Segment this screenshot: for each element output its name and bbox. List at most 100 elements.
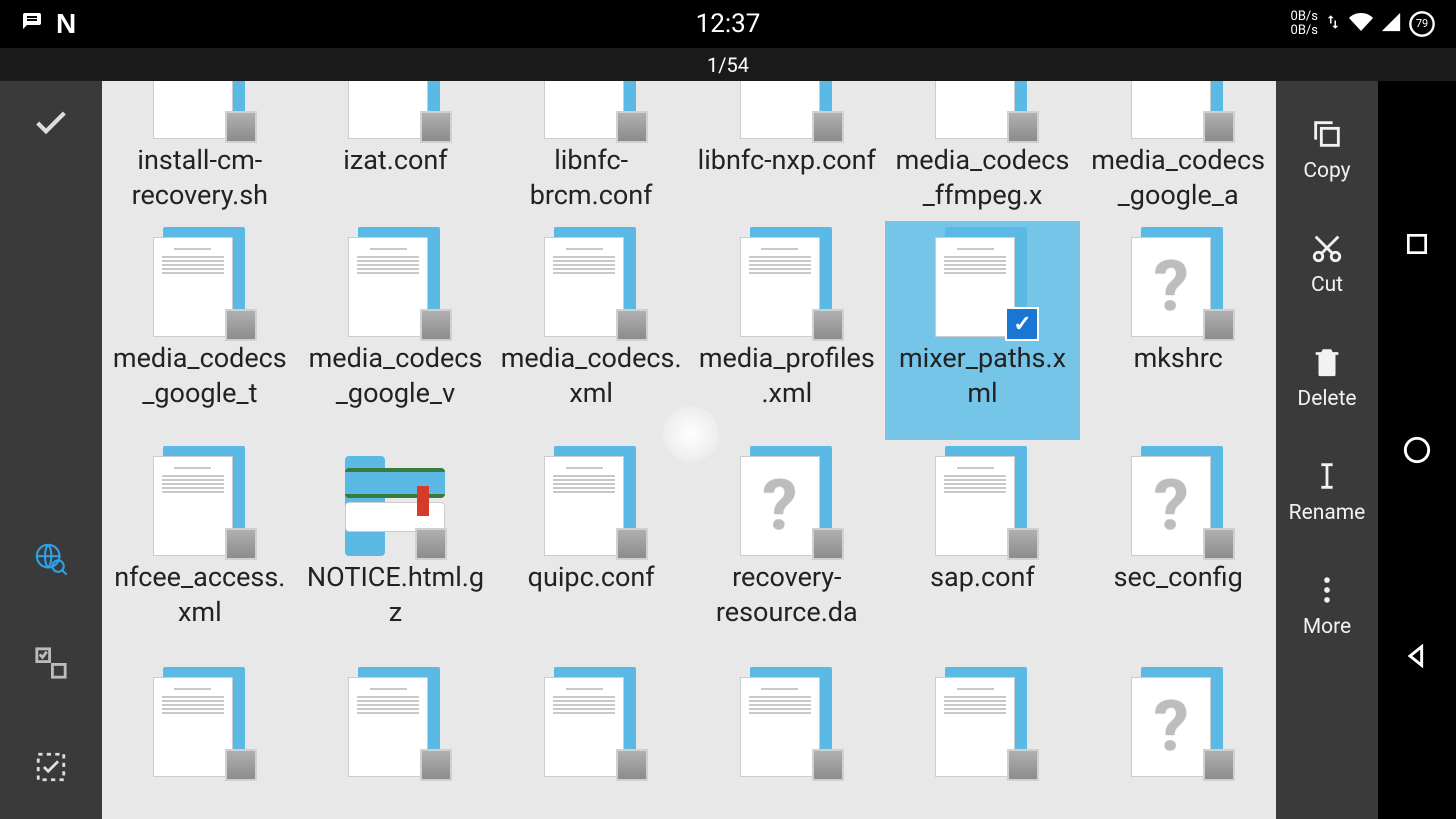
file-label: sec_config [1110,560,1247,595]
file-icon [740,237,820,337]
file-icon [935,81,1015,139]
file-item[interactable]: thermal [885,659,1081,819]
confirm-icon[interactable] [29,101,73,145]
data-arrows-icon [1324,10,1342,38]
file-label: libnfc-brcm.conf [496,143,686,213]
file-label: media_codecs_ffmpeg.x [887,143,1077,213]
file-item[interactable]: NOTICE.html.gz [298,440,494,659]
archive-icon [345,456,445,556]
file-badge-icon [812,528,844,560]
file-badge-icon [1007,528,1039,560]
file-badge-icon [812,111,844,143]
battery-icon: 79 [1408,10,1436,38]
file-item[interactable]: sap [493,659,689,819]
recents-button[interactable] [1402,229,1432,259]
file-badge-icon [616,528,648,560]
file-label: mixer_paths.xml [887,341,1077,411]
file-badge-icon [1203,309,1235,341]
copy-button[interactable]: Copy [1303,93,1350,207]
cut-button[interactable]: Cut [1310,207,1344,321]
file-label: izat.conf [339,143,451,178]
file-badge-icon [1203,528,1235,560]
file-badge-icon [616,749,648,781]
signal-icon [1380,11,1402,37]
file-icon [153,81,233,139]
select-all-icon[interactable] [29,745,73,789]
file-icon [1131,81,1211,139]
file-item[interactable]: sec_config [1080,440,1276,659]
file-badge-icon [225,309,257,341]
file-label: sap.conf [926,560,1039,595]
file-item[interactable]: nfcee_access.xml [102,440,298,659]
delete-button[interactable]: Delete [1297,321,1356,435]
action-rail: Copy Cut Delete Rename More [1276,81,1378,819]
file-label: nfcee_access.xml [105,560,295,630]
file-item[interactable]: media_codecs.xml [493,221,689,440]
file-label: libnfc-nxp.conf [694,143,880,178]
file-item[interactable]: selective [102,659,298,819]
netflix-icon: N [56,8,76,40]
notes-icon [20,10,44,38]
file-item[interactable]: ✓ mixer_paths.xml [885,221,1081,440]
file-icon [544,456,624,556]
network-speed: 0B/s 0B/s [1291,10,1318,39]
left-rail [0,81,102,819]
file-badge-icon [616,111,648,143]
file-badge-icon [1203,749,1235,781]
file-label: recovery-resource.da [692,560,882,630]
file-badge-icon [1007,749,1039,781]
file-icon [935,237,1015,337]
file-icon [935,677,1015,777]
file-item[interactable]: media_codecs_ffmpeg.x [885,81,1081,221]
file-grid[interactable]: install-cm-recovery.sh izat.conf libnfc-… [102,81,1276,819]
file-icon [1131,456,1211,556]
file-item[interactable]: media_profiles.xml [689,221,885,440]
file-item[interactable]: recovery-resource.da [689,440,885,659]
file-label: NOTICE.html.gz [300,560,490,630]
file-badge-icon [1203,111,1235,143]
file-item[interactable]: media_codecs_google_v [298,221,494,440]
network-search-icon[interactable] [29,537,73,581]
file-item[interactable]: system_font [689,659,885,819]
file-badge-icon [812,309,844,341]
wifi-icon [1348,10,1374,38]
file-badge-icon [420,111,452,143]
file-label: install-cm-recovery.sh [105,143,295,213]
file-badge-icon [1007,111,1039,143]
file-badge-icon [812,749,844,781]
file-item[interactable]: sap.conf [885,440,1081,659]
file-item[interactable]: vimrc [1080,659,1276,819]
more-button[interactable]: More [1303,549,1351,663]
file-label: quipc.conf [524,560,659,595]
file-icon [740,81,820,139]
file-icon [544,677,624,777]
file-item[interactable]: media_codecs_google_t [102,221,298,440]
file-item[interactable]: mkshrc [1080,221,1276,440]
file-item[interactable]: libnfc-nxp.conf [689,81,885,221]
file-item[interactable]: media_codecs_google_a [1080,81,1276,221]
select-mode-icon[interactable] [29,641,73,685]
file-badge-icon [225,528,257,560]
file-item[interactable]: install-cm-recovery.sh [102,81,298,221]
file-icon [935,456,1015,556]
file-badge-icon [420,309,452,341]
file-item[interactable]: libnfc-brcm.conf [493,81,689,221]
status-bar: N 12:37 0B/s 0B/s 79 [0,0,1456,48]
file-icon [153,456,233,556]
file-badge-icon [616,309,648,341]
rename-button[interactable]: Rename [1289,435,1366,549]
home-button[interactable] [1402,435,1432,465]
file-item[interactable]: izat.conf [298,81,494,221]
file-item[interactable]: sensor_def [298,659,494,819]
file-item[interactable]: quipc.conf [493,440,689,659]
file-label: media_profiles.xml [692,341,882,411]
file-icon [1131,237,1211,337]
back-button[interactable] [1402,641,1432,671]
file-icon [348,677,428,777]
file-icon [153,677,233,777]
file-icon [153,237,233,337]
file-label: media_codecs_google_t [105,341,295,411]
clock: 12:37 [696,9,761,39]
selected-check-icon: ✓ [1005,307,1039,341]
file-icon [740,677,820,777]
